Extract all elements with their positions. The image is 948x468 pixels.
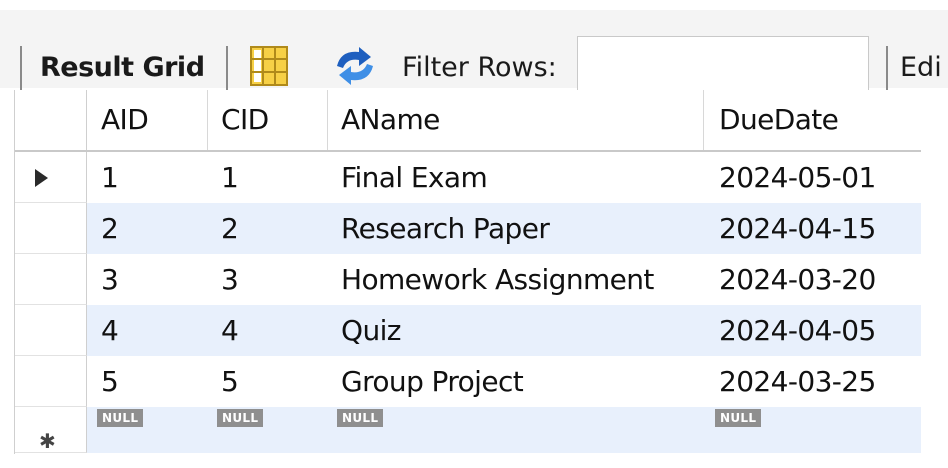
table-row[interactable]: 4 4 Quiz 2024-04-05 — [15, 305, 921, 356]
table-row[interactable]: 3 3 Homework Assignment 2024-03-20 — [15, 254, 921, 305]
null-badge-aid[interactable]: NULL — [97, 409, 144, 427]
cell-aname[interactable]: Homework Assignment — [333, 254, 703, 305]
cell-duedate[interactable]: 2024-04-05 — [711, 305, 921, 356]
toolbar-separator — [20, 46, 22, 90]
cell-aid[interactable]: 1 — [93, 152, 207, 203]
asterisk-icon: ✱ — [39, 429, 56, 453]
cell-aname[interactable]: Research Paper — [333, 203, 703, 254]
result-grid-tab[interactable]: Result Grid — [40, 50, 205, 86]
row-indicator[interactable]: ✱ — [15, 407, 87, 453]
cell-aname[interactable]: Group Project — [333, 356, 703, 407]
filter-rows-label: Filter Rows: — [402, 52, 557, 83]
cell-aid[interactable]: 3 — [93, 254, 207, 305]
grid-header-row: AID CID AName DueDate — [15, 90, 921, 152]
column-header-aname[interactable]: AName — [333, 90, 703, 150]
cell-duedate[interactable]: 2024-03-20 — [711, 254, 921, 305]
toolbar-separator — [886, 46, 888, 90]
cell-duedate[interactable]: 2024-04-15 — [711, 203, 921, 254]
toolbar-separator — [226, 46, 228, 90]
column-divider[interactable] — [207, 90, 208, 150]
cell-aid[interactable]: 5 — [93, 356, 207, 407]
column-header-cid[interactable]: CID — [213, 90, 327, 150]
cell-duedate[interactable]: 2024-05-01 — [711, 152, 921, 203]
cell-aname[interactable]: Quiz — [333, 305, 703, 356]
cell-cid[interactable]: 1 — [213, 152, 327, 203]
edit-label[interactable]: Edi — [900, 50, 942, 86]
column-divider[interactable] — [703, 90, 704, 150]
form-editor-icon[interactable] — [250, 46, 288, 90]
row-indicator[interactable] — [15, 254, 87, 305]
table-row[interactable]: 1 1 Final Exam 2024-05-01 — [15, 152, 921, 203]
null-badge-duedate[interactable]: NULL — [715, 409, 762, 427]
table-row[interactable]: 5 5 Group Project 2024-03-25 — [15, 356, 921, 407]
cell-cid[interactable]: 5 — [213, 356, 327, 407]
cell-aname[interactable]: Final Exam — [333, 152, 703, 203]
cell-aid[interactable]: 2 — [93, 203, 207, 254]
row-indicator[interactable] — [15, 356, 87, 407]
row-indicator[interactable] — [15, 152, 87, 203]
table-row[interactable]: 2 2 Research Paper 2024-04-15 — [15, 203, 921, 254]
column-divider[interactable] — [327, 90, 328, 150]
result-grid[interactable]: AID CID AName DueDate 1 1 Final Exam 202… — [14, 90, 921, 454]
new-row[interactable]: ✱ NULL NULL NULL NULL — [15, 407, 921, 453]
filter-rows-input[interactable] — [577, 36, 869, 92]
column-header-duedate[interactable]: DueDate — [711, 90, 921, 150]
cell-cid[interactable]: 2 — [213, 203, 327, 254]
cell-cid[interactable]: 4 — [213, 305, 327, 356]
column-header-aid[interactable]: AID — [93, 90, 207, 150]
cell-duedate[interactable]: 2024-03-25 — [711, 356, 921, 407]
null-badge-cid[interactable]: NULL — [217, 409, 264, 427]
refresh-icon[interactable] — [331, 46, 379, 90]
row-header-corner — [15, 90, 87, 150]
null-badge-aname[interactable]: NULL — [337, 409, 384, 427]
cell-aid[interactable]: 4 — [93, 305, 207, 356]
row-indicator[interactable] — [15, 203, 87, 254]
cell-cid[interactable]: 3 — [213, 254, 327, 305]
row-indicator[interactable] — [15, 305, 87, 356]
arrow-right-icon — [35, 169, 48, 187]
result-toolbar: Result Grid Filter Rows: Edi — [0, 10, 948, 92]
